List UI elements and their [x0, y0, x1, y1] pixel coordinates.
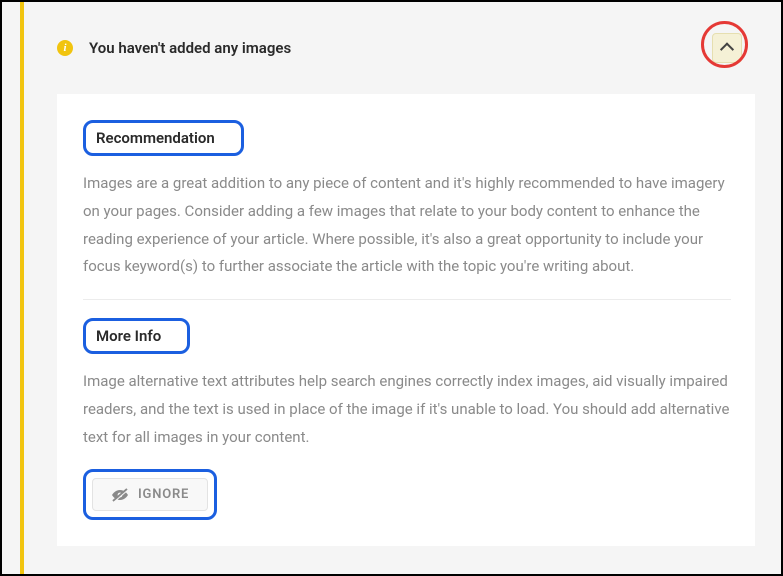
ignore-button-highlight: IGNORE	[83, 469, 217, 520]
ignore-button[interactable]: IGNORE	[92, 478, 208, 511]
more-info-heading-highlight: More Info	[83, 318, 190, 354]
content-card: Recommendation Images are a great additi…	[57, 94, 755, 546]
more-info-body: Image alternative text attributes help s…	[83, 368, 731, 451]
panel-header: i You haven't added any images	[2, 2, 781, 94]
panel-frame: i You haven't added any images Recommend…	[0, 0, 783, 576]
ignore-button-label: IGNORE	[138, 487, 189, 502]
section-divider	[83, 299, 731, 300]
recommendation-heading-highlight: Recommendation	[83, 120, 244, 156]
eye-slash-icon	[111, 488, 129, 502]
more-info-heading: More Info	[96, 327, 161, 345]
recommendation-body: Images are a great addition to any piece…	[83, 170, 731, 281]
info-icon: i	[57, 40, 73, 56]
recommendation-heading: Recommendation	[96, 129, 215, 147]
collapse-button-highlight	[703, 24, 751, 72]
warning-accent-bar	[20, 2, 24, 574]
panel-title: You haven't added any images	[89, 39, 703, 57]
